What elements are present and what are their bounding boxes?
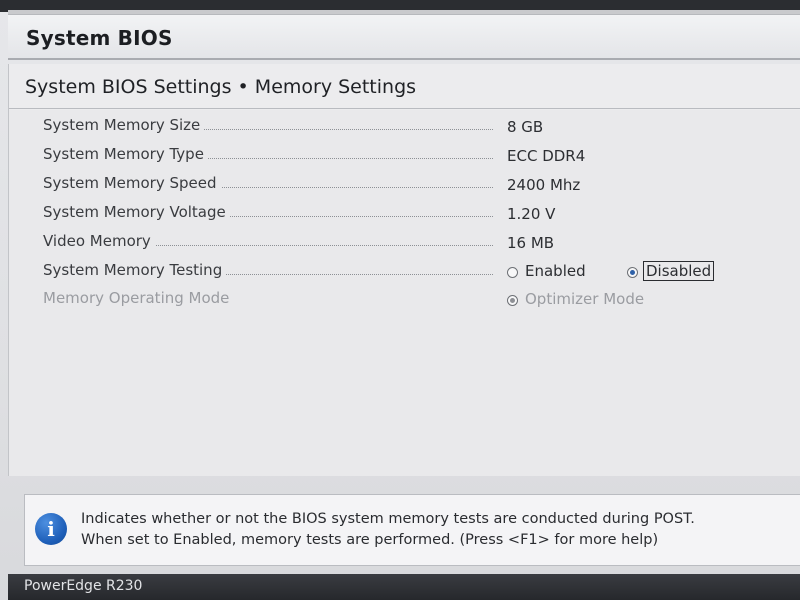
setting-row-memory-speed: System Memory Speed 2400 Mhz bbox=[43, 174, 743, 196]
setting-value: 8 GB bbox=[507, 118, 544, 136]
setting-label: System Memory Size bbox=[43, 116, 205, 134]
help-panel: i Indicates whether or not the BIOS syst… bbox=[24, 494, 800, 566]
settings-panel: System BIOS Settings • Memory Settings S… bbox=[8, 64, 800, 476]
server-model: PowerEdge R230 bbox=[24, 578, 143, 594]
radio-checked-icon[interactable] bbox=[627, 267, 638, 278]
radio-label[interactable]: Disabled bbox=[643, 261, 715, 281]
setting-value: 1.20 V bbox=[507, 205, 556, 223]
divider bbox=[9, 108, 800, 109]
setting-value: ECC DDR4 bbox=[507, 147, 586, 165]
setting-row-memory-voltage: System Memory Voltage 1.20 V bbox=[43, 203, 743, 225]
setting-value: 16 MB bbox=[507, 234, 555, 252]
bios-screen: System BIOS System BIOS Settings • Memor… bbox=[0, 0, 800, 600]
help-line: When set to Enabled, memory tests are pe… bbox=[81, 532, 659, 548]
breadcrumb: System BIOS Settings • Memory Settings bbox=[25, 76, 417, 98]
setting-label: System Memory Testing bbox=[43, 261, 227, 279]
setting-row-memory-operating-mode: Memory Operating Mode Optimizer Mode bbox=[43, 289, 743, 311]
setting-label: System Memory Type bbox=[43, 145, 208, 163]
radio-label[interactable]: Enabled bbox=[523, 262, 588, 280]
help-line: Indicates whether or not the BIOS system… bbox=[81, 511, 695, 527]
info-icon: i bbox=[35, 513, 67, 545]
setting-row-memory-type: System Memory Type ECC DDR4 bbox=[43, 145, 743, 167]
header-bar: System BIOS bbox=[8, 14, 800, 60]
radio-checked-icon bbox=[507, 295, 518, 306]
radio-unchecked-icon[interactable] bbox=[507, 267, 518, 278]
setting-label: System Memory Voltage bbox=[43, 203, 230, 221]
setting-label: System Memory Speed bbox=[43, 174, 221, 192]
setting-label: Video Memory bbox=[43, 232, 155, 250]
footer-bar: PowerEdge R230 bbox=[8, 574, 800, 600]
setting-value: 2400 Mhz bbox=[507, 176, 581, 194]
help-text: Indicates whether or not the BIOS system… bbox=[81, 509, 781, 551]
setting-row-memory-testing: System Memory Testing Enabled Disabled bbox=[43, 261, 743, 283]
radio-label: Optimizer Mode bbox=[525, 290, 645, 308]
setting-row-video-memory: Video Memory 16 MB bbox=[43, 232, 743, 254]
page-title: System BIOS bbox=[26, 26, 173, 50]
setting-row-memory-size: System Memory Size 8 GB bbox=[43, 116, 743, 138]
setting-label: Memory Operating Mode bbox=[43, 289, 234, 307]
settings-list: System Memory Size 8 GB System Memory Ty… bbox=[9, 110, 800, 476]
